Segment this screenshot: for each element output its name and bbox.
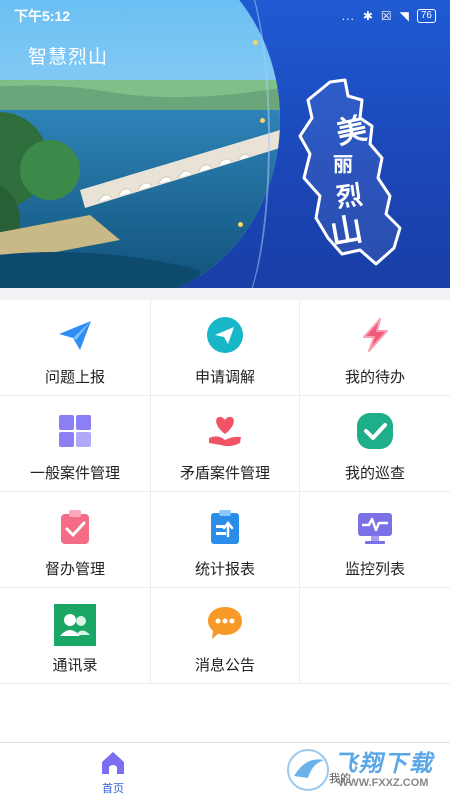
paper-plane-icon — [56, 316, 94, 354]
menu-item-label: 通讯录 — [52, 657, 98, 674]
menu-item-label: 我的巡查 — [344, 465, 405, 482]
home-icon — [102, 752, 124, 774]
signal-dots-icon: ... — [341, 9, 355, 23]
nav-home-tab[interactable]: 首页 — [68, 749, 158, 796]
watermark-bird-icon — [287, 749, 329, 791]
menu-item-my-todo[interactable]: 我的待办 — [300, 300, 450, 396]
menu-item-label: 统计报表 — [194, 561, 255, 578]
function-grid: 问题上报 申请调解 我的待办 一般案件管理 矛盾案件管理 我的巡查 督办管理 统… — [0, 300, 450, 684]
watermark-url: WWW.FXXZ.COM — [338, 777, 429, 789]
status-bar: 下午5:12 ... ✱ ☒ ◥ 76 — [0, 0, 450, 32]
menu-item-label: 督办管理 — [44, 561, 105, 578]
menu-item-my-patrol[interactable]: 我的巡查 — [300, 396, 450, 492]
nav-home-label: 首页 — [102, 783, 124, 795]
menu-item-report-issue[interactable]: 问题上报 — [0, 300, 151, 396]
lightning-icon — [356, 316, 394, 354]
grid-blocks-icon — [56, 412, 94, 450]
menu-item-label: 矛盾案件管理 — [179, 465, 270, 482]
menu-item-label: 消息公告 — [194, 657, 255, 674]
banner-arc — [190, 0, 270, 288]
watermark-text: 飞翔下载 — [334, 750, 434, 776]
watermark-logo: 飞翔下载 WWW.FXXZ.COM — [286, 744, 446, 798]
menu-item-label: 一般案件管理 — [29, 465, 120, 482]
app-title: 智慧烈山 — [28, 47, 109, 68]
menu-item-monitor-list[interactable]: 监控列表 — [300, 492, 450, 588]
menu-item-general-case[interactable]: 一般案件管理 — [0, 396, 151, 492]
menu-item-contacts[interactable]: 通讯录 — [0, 588, 151, 684]
menu-item-statistics[interactable]: 统计报表 — [151, 492, 300, 588]
empty-cell — [300, 588, 450, 684]
contacts-icon — [54, 604, 96, 646]
hero-banner: 美 丽 烈 山 下午5:12 ... ✱ ☒ ◥ 76 智慧烈山 — [0, 0, 450, 288]
menu-item-label: 我的待办 — [344, 369, 405, 386]
clipboard-check-icon — [56, 508, 94, 546]
decor-dot — [238, 222, 243, 227]
check-circle-icon — [356, 412, 394, 450]
monitor-pulse-icon — [356, 508, 394, 546]
menu-item-announcements[interactable]: 消息公告 — [151, 588, 300, 684]
decor-dot — [260, 118, 265, 123]
banner-slogan-char: 丽 — [333, 152, 353, 176]
menu-item-conflict-case[interactable]: 矛盾案件管理 — [151, 396, 300, 492]
menu-item-label: 申请调解 — [194, 369, 255, 386]
sim-off-icon: ☒ — [380, 9, 392, 23]
chat-bubble-icon — [206, 604, 244, 642]
battery-icon: 76 — [416, 9, 436, 23]
heart-hand-icon — [206, 412, 244, 450]
menu-item-apply-mediation[interactable]: 申请调解 — [151, 300, 300, 396]
decor-dot — [253, 40, 258, 45]
section-divider — [0, 288, 450, 300]
menu-item-label: 监控列表 — [344, 561, 405, 578]
menu-item-label: 问题上报 — [44, 369, 105, 386]
status-time: 下午5:12 — [14, 8, 71, 24]
menu-item-supervision[interactable]: 督办管理 — [0, 492, 151, 588]
send-circle-icon — [206, 316, 244, 354]
wifi-icon: ◥ — [399, 9, 409, 23]
bluetooth-icon: ✱ — [362, 9, 373, 23]
report-clipboard-icon — [206, 508, 244, 546]
